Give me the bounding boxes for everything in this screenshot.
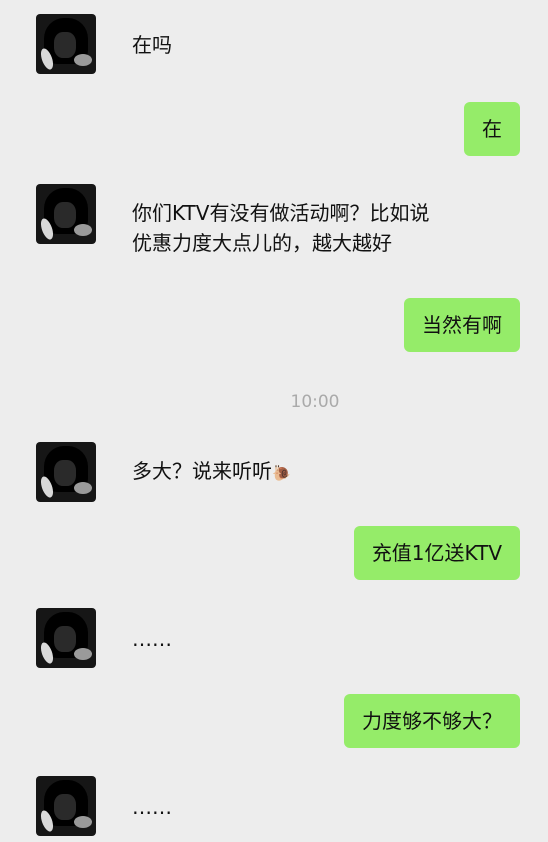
outgoing-message-bubble[interactable]: 当然有啊 (404, 298, 520, 352)
contact-avatar[interactable] (36, 608, 96, 668)
outgoing-message-bubble[interactable]: 充值1亿送KTV (353, 526, 520, 580)
contact-avatar[interactable] (36, 14, 96, 74)
contact-avatar[interactable] (36, 776, 96, 836)
message-timestamp: 10:00 (290, 392, 340, 412)
outgoing-message-bubble[interactable]: 在 (464, 102, 520, 156)
message-line: 你们KTV有没有做活动啊？比如说 (132, 201, 430, 225)
incoming-message: …… (132, 627, 172, 651)
incoming-message: 你们KTV有没有做活动啊？比如说 优惠力度大点儿的，越大越好 (132, 198, 429, 258)
snail-emoji-icon: 🐌 (272, 463, 291, 482)
outgoing-message-bubble[interactable]: 力度够不够大？ (344, 694, 520, 748)
message-line: 优惠力度大点儿的，越大越好 (132, 231, 392, 255)
message-text: 多大？说来听听 (132, 459, 272, 483)
contact-avatar[interactable] (36, 442, 96, 502)
contact-avatar[interactable] (36, 184, 96, 244)
incoming-message: 多大？说来听听🐌 (132, 456, 291, 488)
incoming-message: …… (132, 795, 172, 819)
incoming-message: 在吗 (132, 33, 172, 57)
chat-conversation: 在吗 在 你们KTV有没有做活动啊？比如说 优惠力度大点儿的，越大越好 当然有啊… (0, 0, 548, 842)
